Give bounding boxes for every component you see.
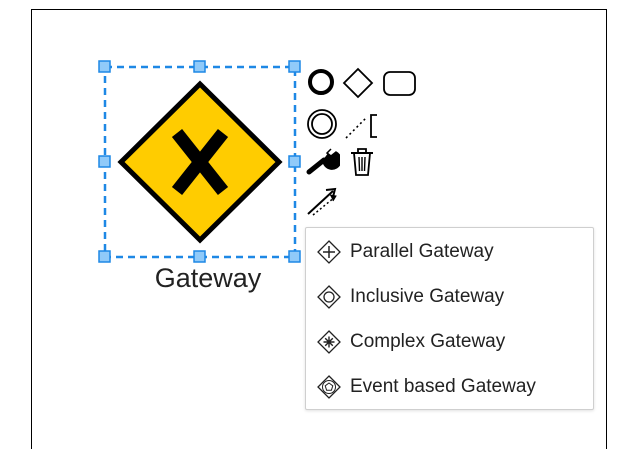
resize-handle-left[interactable] bbox=[98, 155, 111, 168]
connect-icon[interactable] bbox=[305, 184, 341, 218]
menu-item-label: Parallel Gateway bbox=[350, 241, 494, 262]
exclusive-gateway-shape[interactable] bbox=[95, 60, 309, 265]
replace-menu: Parallel Gateway Inclusive Gateway Compl… bbox=[305, 227, 594, 410]
wrench-icon[interactable] bbox=[306, 147, 340, 177]
resize-handle-bottom[interactable] bbox=[193, 250, 206, 263]
complex-gateway-icon bbox=[317, 330, 341, 354]
trash-icon[interactable] bbox=[348, 146, 376, 178]
inclusive-gateway-icon bbox=[317, 285, 341, 309]
menu-item-label: Event based Gateway bbox=[350, 376, 536, 397]
gateway-label[interactable]: Gateway bbox=[128, 262, 288, 294]
start-event-icon[interactable] bbox=[306, 67, 336, 97]
menu-item-event-based-gateway[interactable]: Event based Gateway bbox=[316, 372, 536, 402]
menu-item-label: Inclusive Gateway bbox=[350, 286, 505, 307]
parallel-gateway-icon bbox=[317, 240, 341, 264]
intermediate-event-icon[interactable] bbox=[305, 107, 339, 141]
menu-item-inclusive-gateway[interactable]: Inclusive Gateway bbox=[316, 282, 504, 312]
menu-item-parallel-gateway[interactable]: Parallel Gateway bbox=[316, 237, 494, 267]
gateway-icon[interactable] bbox=[342, 67, 374, 99]
text-annotation-icon[interactable] bbox=[344, 112, 380, 140]
menu-item-label: Complex Gateway bbox=[350, 331, 506, 352]
resize-handle-bottom-right[interactable] bbox=[288, 250, 301, 263]
resize-handle-top-right[interactable] bbox=[288, 60, 301, 73]
event-based-gateway-icon bbox=[317, 375, 341, 399]
resize-handle-top[interactable] bbox=[193, 60, 206, 73]
task-icon[interactable] bbox=[382, 70, 418, 98]
resize-handle-top-left[interactable] bbox=[98, 60, 111, 73]
menu-item-complex-gateway[interactable]: Complex Gateway bbox=[316, 327, 505, 357]
resize-handle-right[interactable] bbox=[288, 155, 301, 168]
resize-handle-bottom-left[interactable] bbox=[98, 250, 111, 263]
